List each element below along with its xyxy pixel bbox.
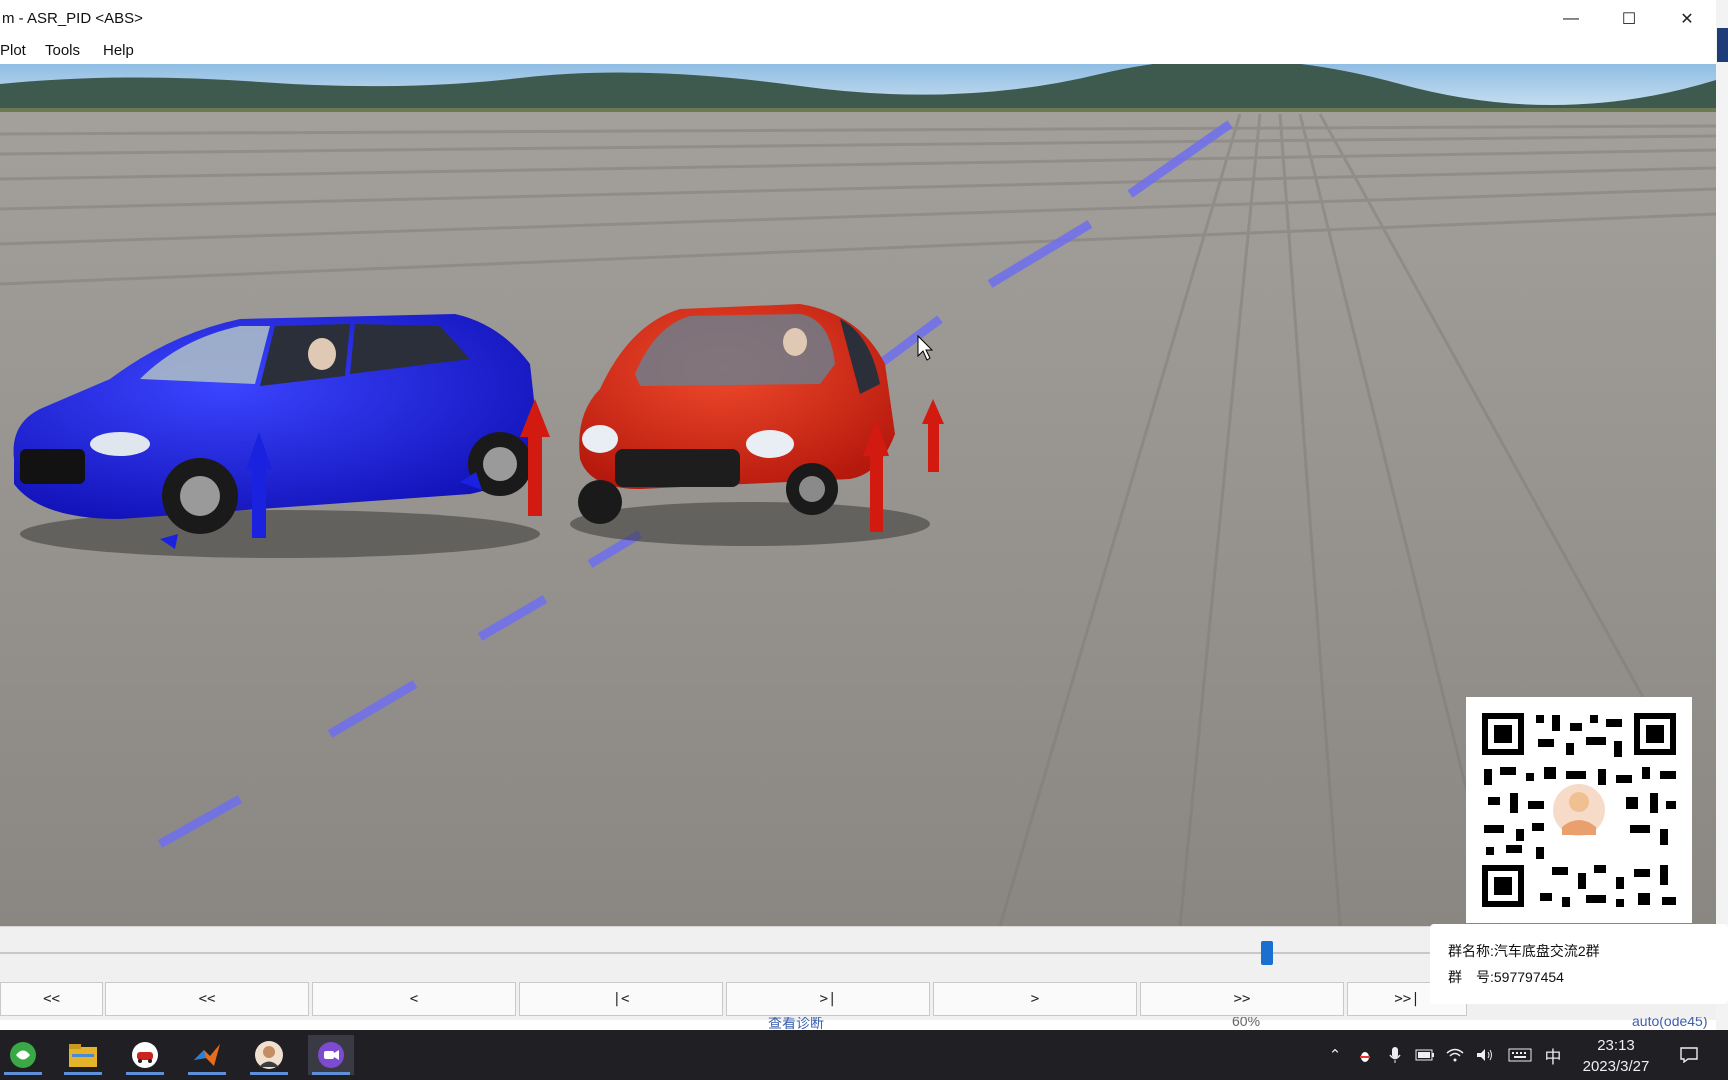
microphone-icon[interactable]	[1382, 1030, 1408, 1080]
animation-viewport[interactable]	[0, 64, 1716, 926]
status-progress: 60%	[1232, 1017, 1261, 1029]
tray-overflow-chevron-icon[interactable]: ⌃	[1322, 1030, 1348, 1080]
menu-tools[interactable]: Tools	[45, 42, 80, 59]
scene-render	[0, 64, 1716, 926]
clock-time: 23:13	[1597, 1037, 1635, 1054]
qr-info-card: 群名称:汽车底盘交流2群 群 号:597797454	[1430, 924, 1728, 1004]
status-diagnostics-link[interactable]: 查看诊断	[768, 1017, 824, 1030]
matlab-icon[interactable]	[184, 1035, 230, 1075]
timeline-slider-thumb[interactable]	[1261, 941, 1273, 965]
user-avatar-icon[interactable]	[246, 1035, 292, 1075]
qr-group-name: 群名称:汽车底盘交流2群	[1448, 943, 1600, 959]
file-explorer-icon[interactable]	[60, 1035, 106, 1075]
qr-code-image	[1466, 697, 1692, 923]
background-window-edge	[1716, 0, 1728, 1030]
keyboard-icon[interactable]	[1504, 1030, 1536, 1080]
window-title: m - ASR_PID <ABS>	[2, 10, 143, 27]
taskbar: ⌃ 中 23:13 2023/3/27	[0, 1030, 1728, 1080]
battery-icon[interactable]	[1412, 1030, 1438, 1080]
background-window-accent	[1717, 28, 1728, 62]
video-recorder-icon[interactable]	[308, 1035, 354, 1075]
system-clock[interactable]: 23:13 2023/3/27	[1566, 1035, 1666, 1077]
notifications-icon[interactable]	[1672, 1030, 1706, 1080]
wifi-icon[interactable]	[1442, 1030, 1468, 1080]
play-button[interactable]: >	[933, 982, 1137, 1016]
rewind-start-button[interactable]: <<	[0, 982, 103, 1016]
status-solver: auto(ode45)	[1632, 1017, 1708, 1029]
clock-date: 2023/3/27	[1582, 1058, 1650, 1075]
menu-help[interactable]: Help	[103, 42, 134, 59]
ime-indicator[interactable]: 中	[1540, 1030, 1566, 1080]
window-titlebar: m - ASR_PID <ABS> — ☐ ✕	[0, 0, 1716, 39]
frame-back-button[interactable]: |<	[519, 982, 723, 1016]
status-line: 查看诊断 60% auto(ode45)	[0, 1017, 1716, 1030]
browser-icon[interactable]	[0, 1035, 46, 1075]
qr-group-number: 群 号:597797454	[1448, 969, 1564, 985]
qq-tray-icon[interactable]	[1352, 1030, 1378, 1080]
fast-rewind-button[interactable]: <<	[105, 982, 309, 1016]
fast-forward-button[interactable]: >>	[1140, 982, 1344, 1016]
qr-code-overlay	[1466, 697, 1692, 923]
step-back-button[interactable]: <	[312, 982, 516, 1016]
volume-icon[interactable]	[1472, 1030, 1498, 1080]
carsim-icon[interactable]	[122, 1035, 168, 1075]
menu-plot[interactable]: Plot	[0, 42, 26, 59]
frame-forward-button[interactable]: >|	[726, 982, 930, 1016]
maximize-button[interactable]: ☐	[1604, 4, 1654, 34]
close-button[interactable]: ✕	[1662, 4, 1712, 34]
menu-bar: Plot Tools Help	[0, 38, 1716, 64]
minimize-button[interactable]: —	[1546, 4, 1596, 34]
